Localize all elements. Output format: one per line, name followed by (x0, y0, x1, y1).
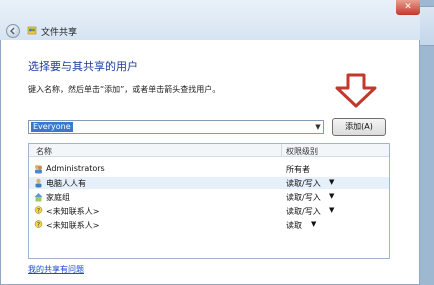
user-name-input-value[interactable]: Everyone (31, 122, 73, 132)
permission-level-cell[interactable]: 读取 (286, 220, 302, 231)
table-row[interactable]: ? <未知联系人> 读取 ▼ (29, 219, 389, 231)
sharing-problems-link[interactable]: 我的共享有问题 (28, 264, 84, 275)
close-button[interactable]: ✕ (396, 0, 420, 15)
user-group-icon (34, 164, 43, 174)
user-name-cell: Administrators (46, 164, 105, 173)
table-row[interactable]: 电脑人人有 读取/写入 ▼ (29, 177, 389, 189)
add-button[interactable]: 添加(A) (332, 118, 386, 136)
user-name-cell: <未知联系人> (46, 221, 100, 230)
unknown-contact-icon: ? (34, 220, 43, 230)
permission-dropdown-icon[interactable]: ▼ (329, 178, 334, 186)
dialog-title: 文件共享 (41, 28, 78, 38)
instruction-text: 键入名称，然后单击“添加”，或者单击箭头查找用户。 (28, 85, 221, 94)
user-name-combobox[interactable]: Everyone (28, 120, 324, 134)
svg-text:?: ? (37, 207, 40, 214)
user-name-cell: 家庭组 (46, 193, 70, 202)
back-button[interactable] (6, 24, 20, 38)
permission-level-cell[interactable]: 读取/写入 (286, 178, 321, 189)
permission-dropdown-icon[interactable]: ▼ (311, 220, 316, 228)
close-icon[interactable]: ✕ (396, 0, 420, 15)
file-sharing-icon (27, 26, 37, 35)
user-name-cell: <未知联系人> (46, 207, 100, 216)
permission-level-cell[interactable]: 读取/写入 (286, 206, 321, 217)
homegroup-icon (34, 192, 43, 202)
unknown-contact-icon: ? (34, 206, 43, 216)
permission-dropdown-icon[interactable]: ▼ (329, 206, 334, 214)
permission-dropdown-icon[interactable]: ▼ (329, 192, 334, 200)
permission-level-cell: 所有者 (286, 165, 310, 174)
back-arrow-icon (10, 27, 15, 35)
user-name-cell: 电脑人人有 (46, 179, 86, 188)
permission-level-cell[interactable]: 读取/写入 (286, 192, 321, 203)
svg-text:?: ? (37, 221, 40, 228)
chevron-down-icon[interactable]: ▼ (313, 121, 323, 133)
user-icon (34, 178, 43, 188)
column-divider (281, 144, 282, 156)
table-row[interactable]: ? <未知联系人> 读取/写入 ▼ (29, 205, 389, 217)
column-header-name[interactable]: 名称 (36, 146, 52, 157)
column-header-permission[interactable]: 权限级别 (286, 146, 318, 157)
list-header (29, 144, 389, 157)
down-arrow-annotation-icon (335, 73, 377, 108)
table-row[interactable]: Administrators 所有者 (29, 163, 389, 175)
page-heading: 选择要与其共享的用户 (28, 60, 138, 73)
table-row[interactable]: 家庭组 读取/写入 ▼ (29, 191, 389, 203)
